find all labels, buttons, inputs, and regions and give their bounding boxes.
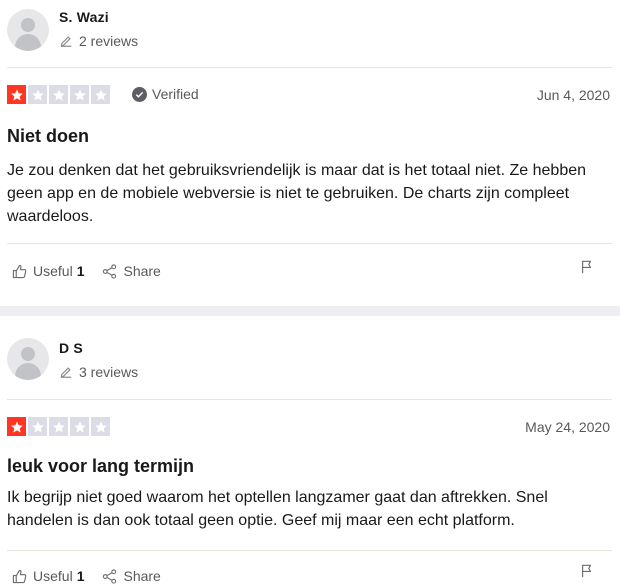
star-icon: [91, 85, 110, 104]
share-icon: [103, 263, 117, 279]
avatar-icon: [7, 9, 49, 51]
useful-button[interactable]: Useful 1: [12, 263, 84, 279]
reviewer-review-count: 3 reviews: [59, 364, 138, 380]
useful-button[interactable]: Useful 1: [12, 568, 84, 584]
thumbs-up-icon: [12, 264, 27, 278]
verified-badge[interactable]: Verified: [132, 86, 199, 102]
avatar-icon: [7, 338, 49, 380]
flag-icon: [582, 564, 592, 578]
review-card: D S 3 reviews May 24, 2020 leuk voor lan…: [0, 316, 620, 586]
review-body: Je zou denken dat het gebruiksvriendelij…: [7, 162, 587, 225]
reviewer-name[interactable]: S. Wazi: [59, 9, 109, 25]
share-button[interactable]: Share: [102, 263, 161, 279]
share-icon: [103, 568, 117, 584]
flag-icon: [582, 260, 592, 274]
useful-count: 1: [76, 568, 85, 584]
review-body: Ik begrijp niet goed waarom het optellen…: [7, 489, 548, 529]
review-actions: Useful 1 Share: [12, 263, 179, 279]
review-separator: [0, 306, 620, 316]
review-date: May 24, 2020: [525, 419, 610, 435]
star-icon: [70, 85, 89, 104]
star-icon: [49, 85, 68, 104]
star-icon: [70, 417, 89, 436]
star-icon: [28, 417, 47, 436]
pencil-icon: [60, 367, 72, 378]
star-rating: [7, 417, 110, 436]
star-icon: [49, 417, 68, 436]
reviewer-name[interactable]: D S: [59, 340, 83, 356]
divider: [7, 550, 612, 551]
useful-count: 1: [76, 263, 85, 279]
report-flag-button[interactable]: [580, 564, 594, 583]
star-icon: [7, 417, 26, 436]
divider: [7, 243, 612, 244]
star-icon: [7, 85, 26, 104]
star-icon: [91, 417, 110, 436]
divider: [7, 399, 612, 400]
review-title[interactable]: Niet doen: [7, 126, 89, 147]
reviewer-review-count: 2 reviews: [59, 33, 138, 49]
review-card: S. Wazi 2 reviews Verified Jun 4, 2020 N…: [0, 0, 620, 306]
review-date: Jun 4, 2020: [536, 87, 610, 103]
pencil-icon: [60, 36, 72, 47]
thumbs-up-icon: [12, 569, 27, 583]
star-icon: [28, 85, 47, 104]
share-button[interactable]: Share: [102, 568, 161, 584]
review-actions: Useful 1 Share: [12, 568, 179, 584]
review-title[interactable]: leuk voor lang termijn: [7, 456, 194, 477]
star-rating: [7, 85, 110, 104]
verified-check-icon: [132, 86, 147, 102]
report-flag-button[interactable]: [580, 260, 594, 279]
divider: [7, 67, 612, 68]
